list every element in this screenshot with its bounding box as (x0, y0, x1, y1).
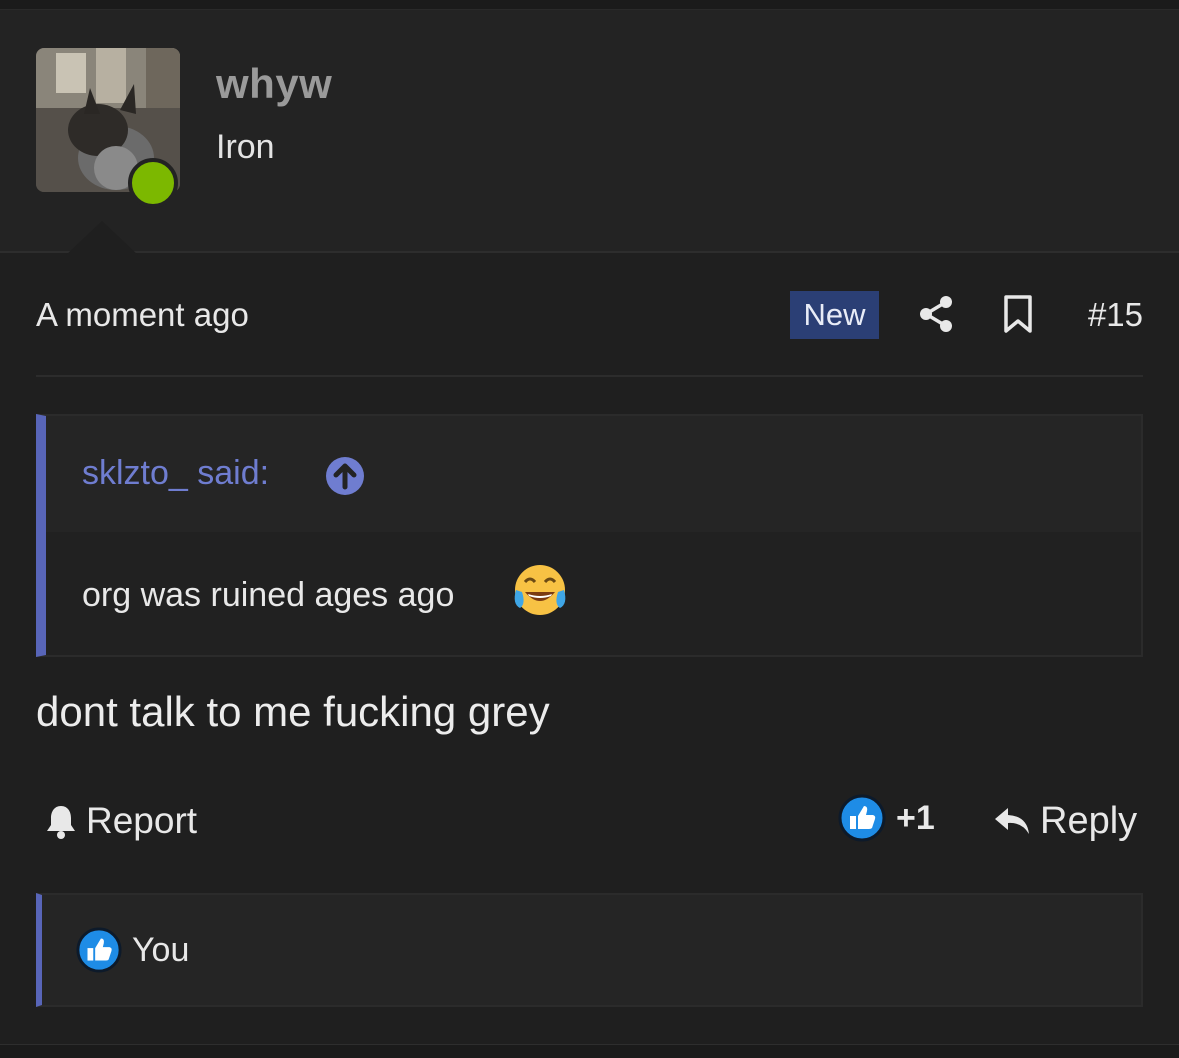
bottom-divider (0, 1044, 1179, 1058)
post-timestamp[interactable]: A moment ago (36, 296, 249, 334)
online-status-dot (128, 158, 178, 208)
post-body-text: dont talk to me fucking grey (36, 688, 550, 735)
reply-button[interactable]: Reply (992, 796, 1137, 846)
like-count: +1 (896, 798, 935, 837)
quote-header: sklzto_ said: (46, 416, 1141, 532)
bell-icon (47, 806, 75, 839)
reply-arrow-icon (995, 808, 1029, 834)
jump-to-quote-icon[interactable] (325, 456, 365, 496)
reactions-bar[interactable]: You (36, 893, 1143, 1007)
like-thumbs-up-icon (838, 794, 886, 842)
user-header: whyw Iron (0, 10, 1179, 255)
post-page: whyw Iron A moment ago New #15 sklzto_ s… (0, 0, 1179, 1058)
share-icon[interactable] (916, 294, 956, 334)
meta-divider (36, 375, 1143, 377)
reaction-users[interactable]: You (132, 931, 189, 970)
user-title: Iron (216, 128, 275, 166)
like-reaction-icon (76, 927, 122, 973)
report-label: Report (86, 800, 198, 841)
report-button[interactable]: Report (44, 798, 197, 844)
top-divider (0, 0, 1179, 10)
tears-of-joy-emoji-icon (514, 565, 566, 615)
quote-block: sklzto_ said: org was ruined ages ago (36, 414, 1143, 657)
new-badge: New (790, 291, 879, 339)
message-notch (66, 221, 138, 255)
bookmark-icon[interactable] (1000, 294, 1036, 334)
username[interactable]: whyw (216, 60, 332, 108)
quote-author[interactable]: sklzto_ said: (82, 454, 269, 493)
quote-text: org was ruined ages ago (82, 576, 455, 614)
reply-label: Reply (1040, 799, 1138, 842)
like-button[interactable]: +1 (838, 792, 935, 844)
quote-body: org was ruined ages ago (46, 532, 1141, 655)
post-number[interactable]: #15 (1088, 296, 1143, 334)
post-meta-row: A moment ago New #15 (36, 270, 1143, 360)
